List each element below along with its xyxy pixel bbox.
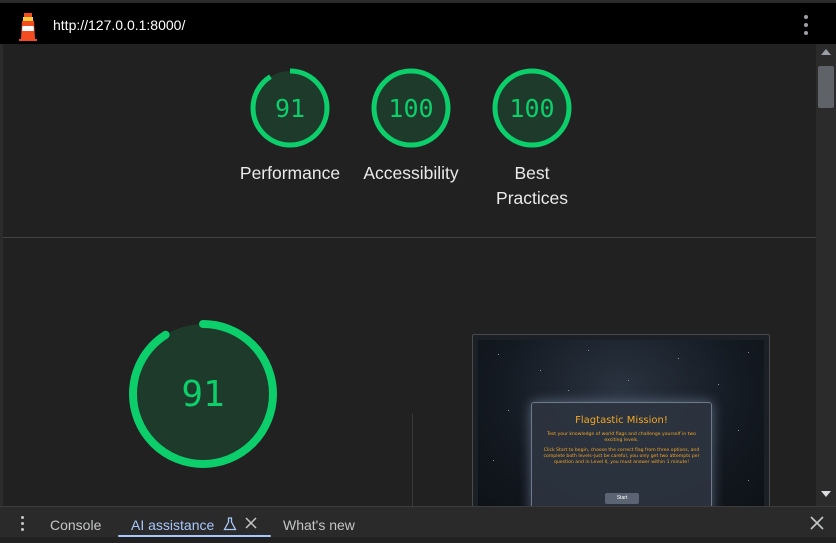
scroll-down-arrow-icon[interactable]	[821, 491, 831, 497]
devtools-drawer: Console AI assistance What's new	[0, 506, 836, 537]
drawer-menu-icon[interactable]	[20, 516, 26, 532]
screenshot-text-1: Test your knowledge of world flags and c…	[547, 432, 696, 443]
gauge-label-line1: Performance	[239, 163, 341, 183]
tab-console[interactable]: Console	[50, 507, 101, 537]
url-text: http://127.0.0.1:8000/	[53, 17, 186, 33]
gauge-label-line1: Accessibility	[363, 163, 459, 183]
tab-whats-new[interactable]: What's new	[283, 507, 355, 537]
vertical-divider	[412, 414, 413, 506]
gauge-ring: 100	[371, 68, 451, 148]
gauge-score: 100	[509, 94, 554, 123]
tab-ai-assistance[interactable]: AI assistance	[131, 507, 214, 537]
lighthouse-topbar: http://127.0.0.1:8000/	[0, 0, 836, 44]
scroll-thumb[interactable]	[818, 66, 834, 108]
screenshot-text-2: Click Start to begin, choose the correct…	[543, 448, 700, 465]
close-tab-icon[interactable]	[245, 517, 257, 529]
gauge-ring: 91	[250, 68, 330, 148]
screenshot-modal: Flagtastic Mission! Test your knowledge …	[531, 402, 712, 506]
more-vert-icon[interactable]	[800, 15, 812, 37]
section-divider	[3, 237, 816, 238]
gauge-label: Performance	[230, 161, 350, 186]
screenshot-image: Flagtastic Mission! Test your knowledge …	[478, 340, 764, 506]
report-content: 91 Performance 100 Accessibility 100 Bes…	[0, 44, 816, 506]
screenshot-title: Flagtastic Mission!	[575, 415, 668, 426]
main-performance-gauge: 91	[129, 320, 277, 468]
gauge-label-line1: Best	[514, 163, 550, 183]
gauge-score: 100	[388, 94, 433, 123]
gauge-label-line2: Practices	[496, 188, 568, 208]
flask-icon	[223, 517, 237, 531]
scroll-up-arrow-icon[interactable]	[821, 49, 831, 55]
vertical-scrollbar[interactable]	[816, 44, 836, 506]
gauge-label: Best Practices	[472, 161, 592, 211]
gauge-score: 91	[275, 94, 305, 123]
close-drawer-icon[interactable]	[810, 516, 824, 530]
final-screenshot[interactable]: Flagtastic Mission! Test your knowledge …	[472, 334, 770, 506]
main-gauge-score: 91	[181, 374, 224, 415]
lighthouse-icon	[19, 13, 37, 41]
gauge-ring: 100	[492, 68, 572, 148]
screenshot-start-button: Start	[605, 493, 639, 504]
gauge-label: Accessibility	[351, 161, 471, 186]
